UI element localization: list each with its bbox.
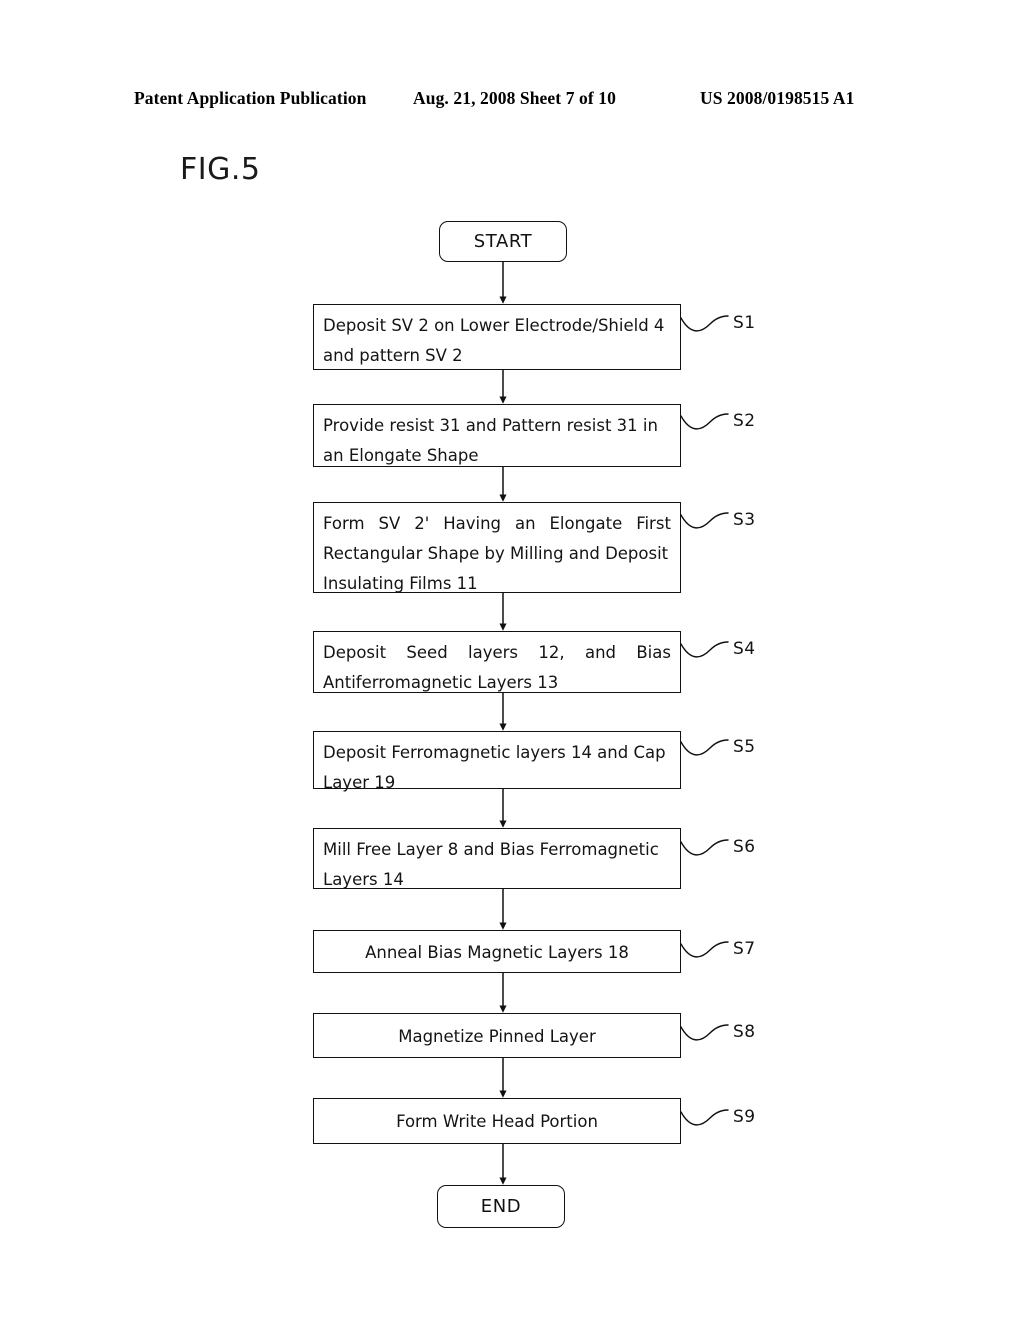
- s4-word-3: layers: [468, 643, 519, 662]
- s3-word-4: Having: [443, 514, 502, 533]
- process-box-s3-line-2: Rectangular Shape by Milling and Deposit: [323, 544, 669, 563]
- end-label: END: [480, 1196, 522, 1217]
- process-box-s6: Mill Free Layer 8 and Bias Ferromagnetic…: [313, 828, 681, 889]
- step-label-s3: S3: [733, 510, 756, 530]
- start-terminator: START: [439, 221, 567, 262]
- process-box-s2: Provide resist 31 and Pattern resist 31 …: [313, 404, 681, 467]
- step-label-s2: S2: [733, 411, 756, 431]
- process-box-s9-line-1: Form Write Head Portion: [396, 1112, 598, 1131]
- step-label-s7: S7: [733, 939, 756, 959]
- flowchart-diagram: START Deposit SV 2 on Lower Electrode/Sh…: [0, 0, 1024, 1320]
- step-label-s6: S6: [733, 837, 756, 857]
- process-box-s1-line-1: Deposit SV 2 on Lower Electrode/Shield 4: [323, 316, 665, 335]
- s3-word-7: First: [636, 514, 671, 533]
- process-box-s4-line-1: Deposit Seed layers 12, and Bias: [323, 638, 671, 668]
- process-box-s3-line-3: Insulating Films 11: [323, 574, 478, 593]
- process-box-s6-line-2: Layers 14: [323, 870, 404, 889]
- process-box-s8-line-1: Magnetize Pinned Layer: [398, 1026, 596, 1046]
- process-box-s3: Form SV 2' Having an Elongate First Rect…: [313, 502, 681, 593]
- process-box-s4-line-2: Antiferromagnetic Layers 13: [323, 673, 559, 692]
- process-box-s5: Deposit Ferromagnetic layers 14 and Cap …: [313, 731, 681, 792]
- step-label-s9: S9: [733, 1107, 756, 1127]
- process-box-s4: Deposit Seed layers 12, and Bias Antifer…: [313, 631, 681, 693]
- step-label-s5: S5: [733, 737, 756, 757]
- s4-word-1: Deposit: [323, 643, 387, 662]
- process-box-s8: Magnetize Pinned Layer: [313, 1013, 681, 1058]
- process-box-s1: Deposit SV 2 on Lower Electrode/Shield 4…: [313, 304, 681, 370]
- s4-word-5: and: [584, 643, 616, 662]
- s3-word-5: an: [514, 514, 536, 533]
- step-label-s8: S8: [733, 1022, 756, 1042]
- step-label-s1: S1: [733, 313, 756, 333]
- end-terminator: END: [437, 1185, 565, 1228]
- process-box-s7-line-1: Anneal Bias Magnetic Layers 18: [365, 942, 629, 962]
- start-label: START: [473, 231, 533, 252]
- process-box-s2-line-2: an Elongate Shape: [323, 446, 479, 465]
- process-box-s5-line-1: Deposit Ferromagnetic layers 14 and Cap: [323, 743, 666, 762]
- process-box-s6-line-1: Mill Free Layer 8 and Bias Ferromagnetic: [323, 840, 659, 859]
- s4-word-2: Seed: [406, 643, 448, 662]
- process-box-s3-line-1: Form SV 2' Having an Elongate First: [323, 509, 671, 539]
- process-box-s2-line-1: Provide resist 31 and Pattern resist 31 …: [323, 416, 658, 435]
- s4-word-6: Bias: [636, 643, 671, 662]
- s4-word-4: 12,: [538, 643, 565, 662]
- process-box-s9: Form Write Head Portion: [313, 1098, 681, 1144]
- s3-word-1: Form: [323, 514, 365, 533]
- process-box-s1-line-2: and pattern SV 2: [323, 346, 463, 365]
- process-box-s5-line-2: Layer 19: [323, 773, 396, 792]
- process-box-s7: Anneal Bias Magnetic Layers 18: [313, 930, 681, 973]
- s3-word-2: SV: [378, 514, 401, 533]
- step-label-s4: S4: [733, 639, 756, 659]
- s3-word-3: 2': [414, 514, 430, 533]
- s3-word-6: Elongate: [549, 514, 623, 533]
